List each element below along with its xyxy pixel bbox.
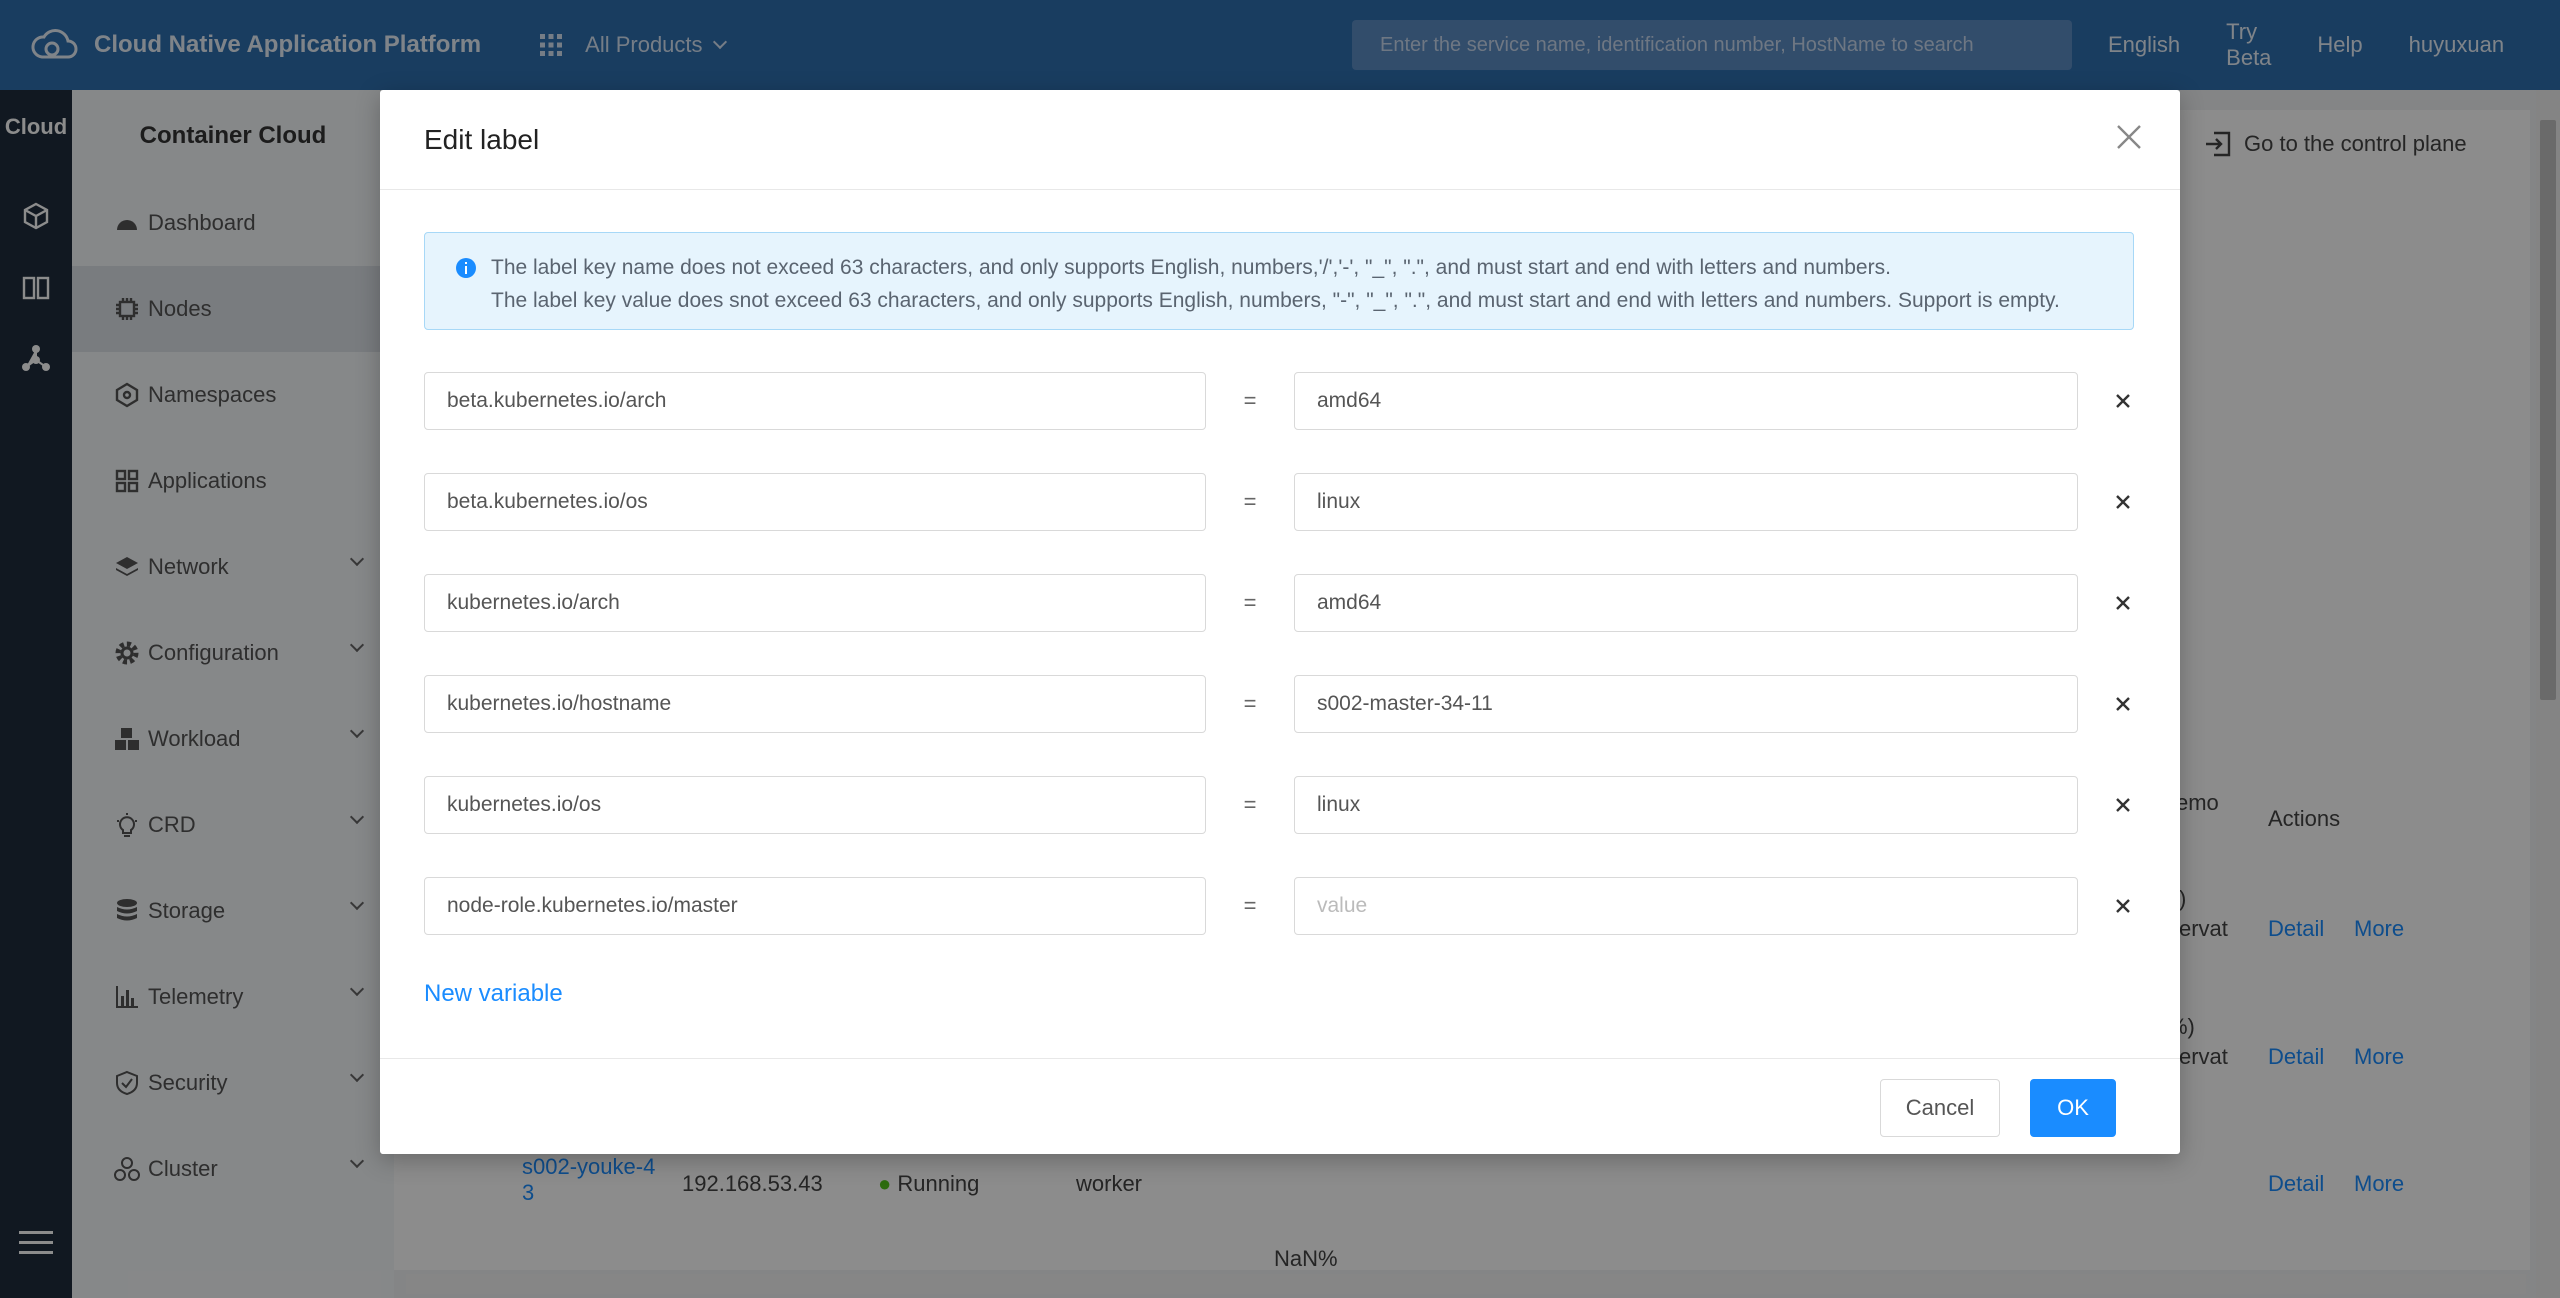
alert-line-1: The label key name does not exceed 63 ch…: [491, 256, 1891, 279]
label-value-input[interactable]: [1294, 372, 2078, 430]
ok-button[interactable]: OK: [2030, 1079, 2116, 1137]
dialog-footer: Cancel OK: [380, 1058, 2180, 1154]
new-variable-link[interactable]: New variable: [424, 980, 563, 1008]
label-row: =: [424, 776, 2164, 834]
label-key-input[interactable]: [424, 372, 1206, 430]
edit-label-dialog: Edit label The label key name does not e…: [380, 90, 2180, 1154]
label-row: =: [424, 675, 2164, 733]
equals-sign: =: [1243, 893, 1257, 918]
equals-sign: =: [1243, 590, 1257, 615]
dialog-header: Edit label: [380, 90, 2180, 190]
remove-label-icon[interactable]: [2110, 792, 2136, 818]
label-value-input[interactable]: [1294, 776, 2078, 834]
label-key-input[interactable]: [424, 675, 1206, 733]
info-alert: The label key name does not exceed 63 ch…: [424, 232, 2134, 330]
info-icon: [456, 258, 476, 278]
close-icon[interactable]: [2114, 122, 2144, 152]
equals-sign: =: [1243, 792, 1257, 817]
label-row: =: [424, 574, 2164, 632]
label-row: =: [424, 372, 2164, 430]
dialog-title: Edit label: [424, 123, 540, 155]
label-value-input[interactable]: [1294, 473, 2078, 531]
remove-label-icon[interactable]: [2110, 893, 2136, 919]
equals-sign: =: [1243, 388, 1257, 413]
label-key-input[interactable]: [424, 877, 1206, 935]
equals-sign: =: [1243, 691, 1257, 716]
remove-label-icon[interactable]: [2110, 388, 2136, 414]
label-value-input[interactable]: [1294, 877, 2078, 935]
cancel-button[interactable]: Cancel: [1880, 1079, 2000, 1137]
remove-label-icon[interactable]: [2110, 590, 2136, 616]
label-value-input[interactable]: [1294, 675, 2078, 733]
remove-label-icon[interactable]: [2110, 691, 2136, 717]
alert-line-2: The label key value does snot exceed 63 …: [491, 289, 2060, 312]
label-key-input[interactable]: [424, 574, 1206, 632]
label-key-input[interactable]: [424, 473, 1206, 531]
remove-label-icon[interactable]: [2110, 489, 2136, 515]
label-row: =: [424, 473, 2164, 531]
label-value-input[interactable]: [1294, 574, 2078, 632]
label-row: =: [424, 877, 2164, 935]
label-key-input[interactable]: [424, 776, 1206, 834]
equals-sign: =: [1243, 489, 1257, 514]
